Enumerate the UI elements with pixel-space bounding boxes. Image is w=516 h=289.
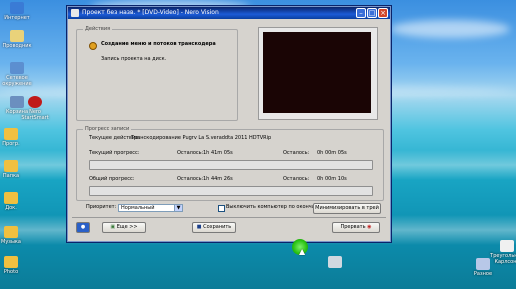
globe-icon	[10, 2, 24, 14]
desktop-icon-label: Корзина	[5, 109, 29, 115]
desktop-icon-label: Папка	[2, 173, 20, 179]
total-elapsed-value: 0h 00m 10s	[317, 176, 347, 182]
priority-label: Приоритет:	[86, 204, 117, 210]
desktop-icon[interactable]: Прогр.	[0, 128, 28, 147]
recycle-bin-icon	[10, 96, 24, 108]
total-progress-bar	[89, 186, 373, 196]
folder-icon	[4, 256, 18, 268]
desktop-icon[interactable]: Треугольник Карлсона	[490, 240, 516, 265]
current-remaining-label: Осталось:	[177, 150, 204, 156]
status-icon	[89, 42, 97, 50]
abort-button-label: Прервать	[340, 224, 366, 230]
minimize-button[interactable]: –	[356, 8, 366, 18]
video-preview	[258, 27, 378, 120]
priority-select-value: Нормальный	[121, 205, 155, 211]
desktop-icon-label: Сетевое окружение	[2, 75, 32, 87]
app-icon	[500, 240, 514, 252]
folder-icon	[4, 128, 18, 140]
close-button[interactable]: ×	[378, 8, 388, 18]
desktop-icon-label: Док.	[5, 205, 17, 211]
save-button[interactable]: ■ Сохранить	[192, 222, 236, 233]
shutdown-checkbox[interactable]	[218, 205, 225, 212]
maximize-button[interactable]: □	[367, 8, 377, 18]
current-action-value: Транскодирование Pugrv La S.veraddta 201…	[131, 135, 272, 141]
recycle-bin-icon	[328, 256, 342, 268]
desktop-icon[interactable]: Док.	[0, 192, 28, 211]
desktop-icon-label: Photo	[3, 269, 19, 275]
app-icon	[71, 9, 79, 17]
desktop-icon-label: Треугольник Карлсона	[490, 253, 516, 265]
progress-group-label: Прогресс записи	[83, 126, 132, 133]
current-progress-label: Текущий прогресс:	[89, 150, 140, 156]
window-title: Проект без назв. * [DVD-Video] - Nero Vi…	[82, 9, 219, 16]
desktop-icon[interactable]: Интернет	[0, 2, 34, 21]
mouse-pointer-icon: ▲	[299, 247, 306, 256]
title-bar[interactable]: Проект без назв. * [DVD-Video] - Nero Vi…	[68, 7, 390, 19]
actions-group: Действия Создание меню и потоков транско…	[76, 26, 238, 121]
folder-icon	[10, 30, 24, 42]
desktop-icon[interactable]: Проводник	[0, 30, 34, 49]
action-title: Создание меню и потоков транскодера	[101, 41, 216, 47]
preview-screen	[263, 32, 371, 113]
shutdown-label[interactable]: Выключить компьютер по окончании	[226, 204, 325, 211]
desktop-icon-label: Проводник	[2, 43, 32, 49]
priority-select[interactable]: Нормальный ▼	[118, 204, 183, 212]
stop-icon: ◉	[367, 224, 372, 230]
current-remaining-value: 1h 41m 05s	[203, 150, 233, 156]
chevron-down-icon: ▼	[174, 205, 182, 211]
footer-divider	[72, 217, 386, 218]
desktop-icon-label: Интернет	[4, 15, 30, 21]
desktop-icon[interactable]	[318, 256, 352, 269]
total-elapsed-label: Осталось:	[283, 176, 310, 182]
desktop-icon[interactable]: Корзина	[0, 96, 34, 115]
current-progress-bar	[89, 160, 373, 170]
save-button-label: Сохранить	[203, 224, 232, 230]
desktop-icon-label: Музыка	[1, 239, 21, 245]
folder-icon	[4, 160, 18, 172]
folder-icon	[476, 258, 490, 270]
more-button[interactable]: ▣ Еще >>	[102, 222, 146, 233]
folder-icon	[4, 226, 18, 238]
action-subtitle: Запись проекта на диск.	[101, 56, 167, 62]
desktop-icon-label: Прогр.	[2, 141, 20, 147]
current-elapsed-value: 0h 00m 05s	[317, 150, 347, 156]
desktop-icon[interactable]: Папка	[0, 160, 28, 179]
desktop-icon[interactable]: Photo	[0, 256, 28, 275]
total-remaining-label: Осталось:	[177, 176, 204, 182]
total-remaining-value: 1h 44m 26s	[203, 176, 233, 182]
desktop-icon-label: Разное	[473, 271, 493, 277]
desktop-icon[interactable]: Музыка	[0, 226, 28, 245]
nero-vision-window: Проект без назв. * [DVD-Video] - Nero Vi…	[67, 6, 391, 242]
abort-button[interactable]: Прервать ◉	[332, 222, 380, 233]
progress-group: Прогресс записи Текущее действие: Транск…	[76, 126, 384, 201]
actions-group-label: Действия	[83, 26, 113, 33]
current-elapsed-label: Осталось:	[283, 150, 310, 156]
total-progress-label: Общий прогресс:	[89, 176, 135, 182]
network-icon	[10, 62, 24, 74]
minimize-to-tray-label: Минимизировать в трей	[315, 205, 379, 211]
desktop-icon[interactable]: Сетевое окружение	[0, 62, 34, 87]
help-button[interactable]: ●	[76, 222, 90, 233]
folder-icon	[4, 192, 18, 204]
help-icon: ●	[80, 224, 86, 230]
cloud	[390, 20, 510, 38]
more-button-label: Еще >>	[116, 224, 138, 230]
minimize-to-tray-button[interactable]: Минимизировать в трей	[313, 203, 381, 214]
